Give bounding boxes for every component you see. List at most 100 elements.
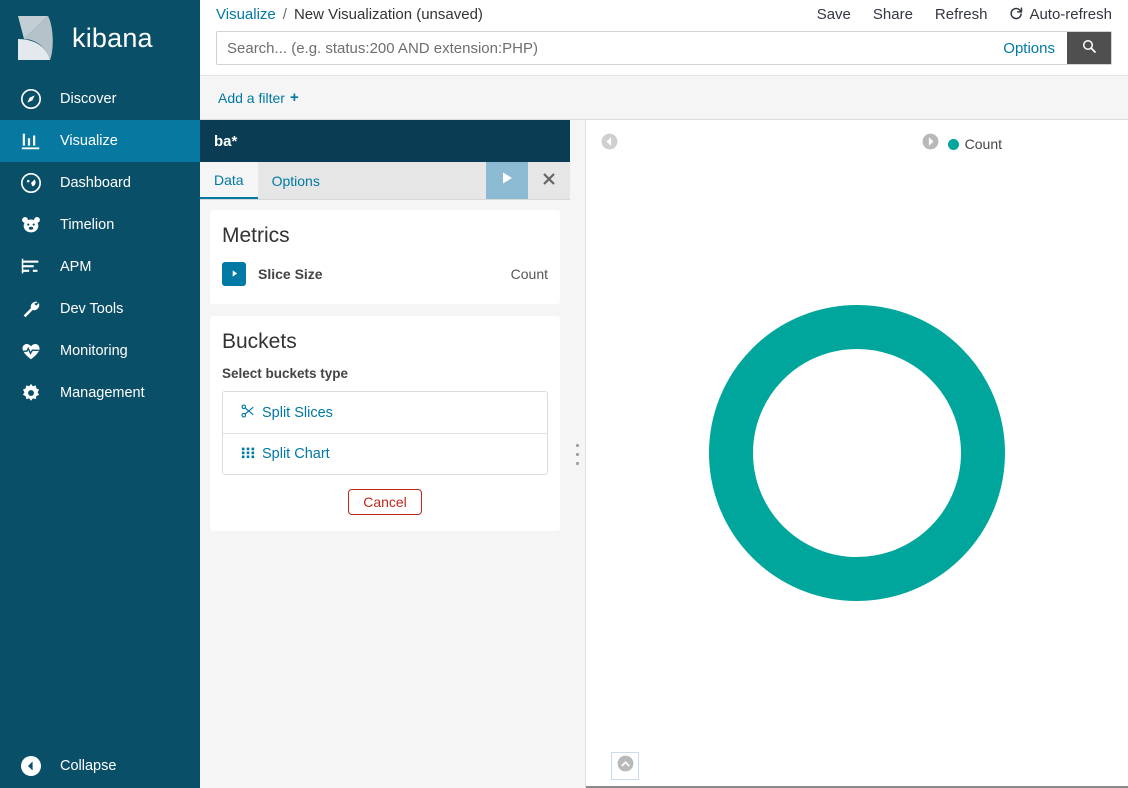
sidebar-item-monitoring[interactable]: Monitoring (0, 330, 200, 372)
plus-icon: + (290, 89, 299, 106)
metrics-card: Metrics Slice Size Count (210, 210, 560, 304)
chart-canvas (586, 164, 1128, 742)
breadcrumb-link-visualize[interactable]: Visualize (216, 6, 276, 23)
sidebar-item-dashboard[interactable]: Dashboard (0, 162, 200, 204)
sidebar-item-dev-tools[interactable]: Dev Tools (0, 288, 200, 330)
buckets-sub-label: Select buckets type (222, 366, 548, 381)
sidebar-item-timelion[interactable]: Timelion (0, 204, 200, 246)
editor-tab-actions (486, 162, 570, 199)
legend-item-label: Count (965, 136, 1002, 152)
workspace: ba* Data Options (200, 120, 1128, 788)
close-x-icon (542, 171, 556, 191)
grid-icon (241, 445, 255, 463)
search-icon (1081, 38, 1097, 59)
sidebar-nav-list: Discover Visualize Dashboard Timelion (0, 78, 200, 414)
sidebar-collapse-button[interactable]: Collapse (0, 744, 200, 788)
auto-refresh-label: Auto-refresh (1029, 6, 1112, 23)
collapse-label: Collapse (60, 758, 116, 774)
brand-name: kibana (72, 23, 153, 54)
drag-dots-icon (576, 444, 579, 465)
apm-lines-icon (16, 254, 46, 280)
filter-bar: Add a filter + (200, 76, 1128, 120)
sidebar-item-label: Dashboard (60, 175, 131, 191)
legend-item-count[interactable]: Count (948, 136, 1002, 152)
query-bar: Options (216, 31, 1112, 65)
top-bar-actions: Save Share Refresh Auto-refresh (817, 5, 1112, 24)
cancel-row: Cancel (222, 489, 548, 515)
bar-chart-icon (16, 128, 46, 154)
breadcrumb-separator: / (283, 6, 287, 23)
sidebar-item-management[interactable]: Management (0, 372, 200, 414)
chevron-right-circle-icon (921, 132, 940, 156)
play-triangle-icon (499, 170, 515, 191)
main-region: Visualize / New Visualization (unsaved) … (200, 0, 1128, 788)
query-options-button[interactable]: Options (991, 32, 1067, 64)
search-input[interactable] (217, 32, 991, 64)
legend-toggle-button[interactable] (921, 132, 940, 156)
bucket-option-split-chart[interactable]: Split Chart (223, 433, 547, 474)
visualization-panel: Count (586, 120, 1128, 788)
sidebar-item-label: Timelion (60, 217, 114, 233)
refresh-button[interactable]: Refresh (935, 6, 988, 23)
refresh-circle-icon (1009, 5, 1024, 24)
add-filter-label: Add a filter (218, 90, 285, 106)
donut-chart[interactable] (707, 303, 1007, 603)
legend-color-swatch (948, 139, 959, 150)
sidebar-item-label: APM (60, 259, 91, 275)
bucket-option-label: Split Slices (262, 405, 333, 421)
metric-label: Slice Size (258, 266, 323, 282)
kibana-brand[interactable]: kibana (0, 0, 200, 76)
metrics-heading: Metrics (222, 224, 548, 248)
chevron-left-circle-icon (600, 138, 619, 155)
kibana-k-logo (14, 15, 58, 61)
scissors-icon (241, 404, 255, 422)
buckets-card: Buckets Select buckets type Split Slices (210, 316, 560, 531)
chart-collapse-left-button[interactable] (600, 132, 619, 156)
add-filter-button[interactable]: Add a filter + (218, 89, 299, 106)
chart-expand-up-button[interactable] (611, 752, 639, 780)
metric-row-slice-size[interactable]: Slice Size Count (222, 260, 548, 288)
chart-legend: Count (921, 132, 1002, 156)
global-nav-sidebar: kibana Discover Visualize Dashboard (0, 0, 200, 788)
visualization-editor-panel: ba* Data Options (200, 120, 570, 788)
breadcrumb-current: New Visualization (unsaved) (294, 6, 483, 23)
search-row: Options (216, 28, 1112, 68)
index-pattern-title: ba* (200, 120, 570, 162)
buckets-type-list: Split Slices (222, 391, 548, 475)
chart-header: Count (586, 120, 1128, 164)
sidebar-item-label: Discover (60, 91, 116, 107)
auto-refresh-button[interactable]: Auto-refresh (1009, 5, 1112, 24)
share-button[interactable]: Share (873, 6, 913, 23)
chevron-left-circle-icon (16, 753, 46, 779)
sidebar-item-apm[interactable]: APM (0, 246, 200, 288)
sidebar-item-visualize[interactable]: Visualize (0, 120, 200, 162)
top-bar: Visualize / New Visualization (unsaved) … (200, 0, 1128, 76)
wrench-icon (16, 296, 46, 322)
heart-pulse-icon (16, 338, 46, 364)
sidebar-item-label: Management (60, 385, 145, 401)
dashboard-icon (16, 170, 46, 196)
save-button[interactable]: Save (817, 6, 851, 23)
play-triangle-icon (230, 265, 239, 283)
cancel-button[interactable]: Cancel (348, 489, 422, 515)
breadcrumb: Visualize / New Visualization (unsaved) … (216, 0, 1112, 28)
apply-changes-button[interactable] (486, 162, 528, 199)
tab-options[interactable]: Options (258, 162, 334, 199)
chevron-up-circle-icon (616, 754, 635, 778)
editor-tabs: Data Options (200, 162, 570, 200)
bear-face-icon (16, 212, 46, 238)
compass-icon (16, 86, 46, 112)
sidebar-item-label: Monitoring (60, 343, 128, 359)
kibana-app-window: kibana Discover Visualize Dashboard (0, 0, 1128, 788)
discard-changes-button[interactable] (528, 162, 570, 199)
panel-resize-handle[interactable] (570, 120, 586, 788)
sidebar-item-discover[interactable]: Discover (0, 78, 200, 120)
search-submit-button[interactable] (1067, 32, 1111, 64)
metric-aggregation-value: Count (511, 266, 548, 282)
metric-expand-button[interactable] (222, 262, 246, 286)
tab-data[interactable]: Data (200, 162, 258, 199)
donut-slice-count (731, 327, 983, 579)
bucket-option-split-slices[interactable]: Split Slices (223, 392, 547, 433)
gear-icon (16, 380, 46, 406)
sidebar-item-label: Visualize (60, 133, 118, 149)
